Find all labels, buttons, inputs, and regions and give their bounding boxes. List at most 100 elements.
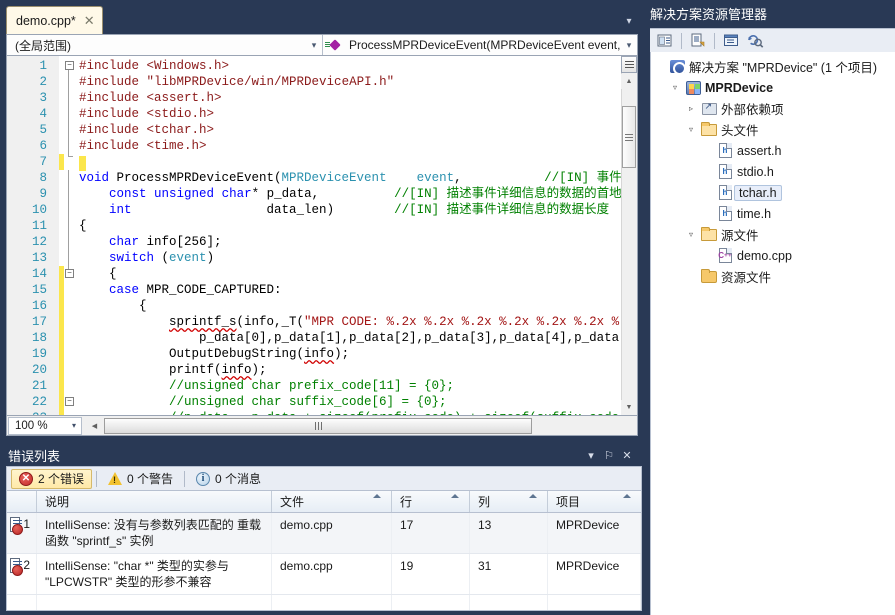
column-header-project[interactable]: 项目 bbox=[548, 491, 641, 512]
code-line[interactable]: 21 //unsigned char prefix_code[11] = {0}… bbox=[7, 378, 637, 394]
line-number: 3 bbox=[7, 90, 47, 106]
error-list-empty-row bbox=[7, 595, 641, 611]
code-line[interactable]: 4#include <stdio.h> bbox=[7, 106, 637, 122]
scroll-up-icon[interactable]: ▲ bbox=[621, 74, 637, 89]
column-header-column[interactable]: 列 bbox=[470, 491, 548, 512]
code-editor[interactable]: − − − 1#include <Windows.h>2#include "li… bbox=[6, 56, 638, 416]
error-list-grid[interactable]: 说明 文件 行 列 项目 1IntelliS bbox=[6, 490, 642, 611]
code-line[interactable]: 6#include <time.h> bbox=[7, 138, 637, 154]
auto-hide-pin-button[interactable]: ⚐ bbox=[600, 446, 618, 464]
tab-demo-cpp[interactable]: demo.cpp* ✕ bbox=[6, 6, 103, 34]
editor-vertical-scrollbar[interactable]: ▲ ▼ bbox=[621, 56, 637, 415]
code-line-text: void ProcessMPRDeviceEvent(MPRDeviceEven… bbox=[79, 170, 638, 186]
sort-ascending-icon bbox=[529, 494, 537, 498]
code-line[interactable]: 7 bbox=[7, 154, 637, 170]
code-line[interactable]: 5#include <tchar.h> bbox=[7, 122, 637, 138]
expander-icon[interactable]: ▿ bbox=[683, 230, 699, 239]
code-line[interactable]: 22 //unsigned char suffix_code[6] = {0}; bbox=[7, 394, 637, 410]
tree-item-mprdevice[interactable]: ▿MPRDevice bbox=[651, 77, 895, 98]
text-caret-highlight bbox=[79, 156, 86, 171]
scroll-down-icon[interactable]: ▼ bbox=[621, 400, 637, 415]
tree-item-tchar.h[interactable]: htchar.h bbox=[651, 182, 895, 203]
editor-horizontal-scrollbar[interactable]: ◀ bbox=[88, 417, 635, 435]
error-list-column-headers: 说明 文件 行 列 项目 bbox=[7, 491, 641, 513]
editor-bottom-bar: 100 % ▾ ◀ bbox=[6, 416, 638, 436]
scrollbar-thumb[interactable] bbox=[622, 106, 636, 168]
column-header-line[interactable]: 行 bbox=[392, 491, 470, 512]
scope-dropdown[interactable]: (全局范围) ▾ bbox=[7, 35, 323, 55]
code-line[interactable]: 2#include "libMPRDevice/win/MPRDeviceAPI… bbox=[7, 74, 637, 90]
filter-warnings-button[interactable]: 0 个警告 bbox=[101, 469, 180, 489]
code-line[interactable]: 16 { bbox=[7, 298, 637, 314]
code-line[interactable]: 8void ProcessMPRDeviceEvent(MPRDeviceEve… bbox=[7, 170, 637, 186]
properties-window-icon[interactable] bbox=[654, 31, 676, 51]
column-header-column-label: 列 bbox=[478, 493, 490, 510]
tree-item-assert.h[interactable]: hassert.h bbox=[651, 140, 895, 161]
code-line-text: switch (event) bbox=[79, 250, 214, 266]
code-line[interactable]: 20 printf(info); bbox=[7, 362, 637, 378]
code-line[interactable]: 17 sprintf_s(info,_T("MPR CODE: %.2x %.2… bbox=[7, 314, 637, 330]
tree-item--[interactable]: ▹外部依赖项 bbox=[651, 98, 895, 119]
editor-splitter-handle[interactable] bbox=[621, 56, 637, 73]
column-header-project-label: 项目 bbox=[556, 493, 580, 510]
error-list-row[interactable]: 1IntelliSense: 没有与参数列表匹配的 重载函数 "sprintf_… bbox=[7, 513, 641, 554]
chevron-down-icon[interactable]: ▾ bbox=[622, 14, 636, 30]
scrollbar-thumb[interactable] bbox=[104, 418, 532, 434]
scrollbar-track[interactable] bbox=[101, 418, 635, 434]
close-button[interactable]: ✕ bbox=[618, 446, 636, 464]
zoom-level-dropdown[interactable]: 100 % ▾ bbox=[8, 417, 82, 435]
code-line[interactable]: 11{ bbox=[7, 218, 637, 234]
code-line[interactable]: 19 OutputDebugString(info); bbox=[7, 346, 637, 362]
tree-item-label: 头文件 bbox=[719, 120, 759, 139]
expander-icon[interactable]: ▿ bbox=[667, 83, 683, 92]
code-line[interactable]: 12 char info[256]; bbox=[7, 234, 637, 250]
filter-errors-button[interactable]: ✕ 2 个错误 bbox=[11, 469, 92, 489]
tree-item--[interactable]: ▿ 头文件 bbox=[651, 119, 895, 140]
code-line[interactable]: 3#include <assert.h> bbox=[7, 90, 637, 106]
code-line[interactable]: 9 const unsigned char* p_data, //[IN] 描述… bbox=[7, 186, 637, 202]
error-column: 31 bbox=[470, 554, 548, 594]
tree-item-time.h[interactable]: htime.h bbox=[651, 203, 895, 224]
column-header-file[interactable]: 文件 bbox=[272, 491, 392, 512]
solution-explorer-panel: 解决方案资源管理器 bbox=[642, 0, 895, 615]
expander-icon[interactable]: ▿ bbox=[683, 125, 699, 134]
solution-tree[interactable]: 解决方案 "MPRDevice" (1 个项目)▿MPRDevice▹外部依赖项… bbox=[650, 52, 895, 615]
line-number: 5 bbox=[7, 122, 47, 138]
member-dropdown[interactable]: ProcessMPRDeviceEvent(MPRDeviceEvent eve… bbox=[323, 35, 637, 55]
external-dependencies-icon bbox=[699, 103, 719, 115]
scroll-left-icon[interactable]: ◀ bbox=[88, 418, 101, 433]
code-line[interactable]: 1#include <Windows.h> bbox=[7, 58, 637, 74]
column-header-description[interactable]: 说明 bbox=[37, 491, 272, 512]
zoom-level-value: 100 % bbox=[9, 420, 67, 432]
refresh-icon[interactable] bbox=[744, 31, 766, 51]
error-list-row[interactable]: 2IntelliSense: "char *" 类型的实参与 "LPCWSTR"… bbox=[7, 554, 641, 595]
window-menu-button[interactable]: ▾ bbox=[582, 446, 600, 464]
view-code-icon[interactable] bbox=[720, 31, 742, 51]
empty-cell bbox=[272, 595, 392, 611]
tree-item-demo.cpp[interactable]: C++demo.cpp bbox=[651, 245, 895, 266]
expander-icon[interactable]: ▹ bbox=[683, 104, 699, 113]
empty-cell bbox=[548, 595, 641, 611]
method-icon bbox=[323, 41, 341, 49]
folder-open-icon bbox=[699, 229, 719, 241]
code-line[interactable]: 13 switch (event) bbox=[7, 250, 637, 266]
error-icon bbox=[10, 517, 20, 532]
toolbar-separator bbox=[681, 33, 682, 49]
code-line[interactable]: 15 case MPR_CODE_CAPTURED: bbox=[7, 282, 637, 298]
tree-item--[interactable]: 资源文件 bbox=[651, 266, 895, 287]
code-line-text: printf(info); bbox=[79, 362, 267, 378]
close-icon[interactable]: ✕ bbox=[84, 14, 95, 27]
column-header-icon[interactable] bbox=[7, 491, 37, 512]
tree-item-stdio.h[interactable]: hstdio.h bbox=[651, 161, 895, 182]
code-line[interactable]: 14 { bbox=[7, 266, 637, 282]
code-line[interactable]: 10 int data_len) //[IN] 描述事件详细信息的数据长度 bbox=[7, 202, 637, 218]
code-line-text: #include <time.h> bbox=[79, 138, 207, 154]
line-number: 2 bbox=[7, 74, 47, 90]
code-line[interactable]: 18 p_data[0],p_data[1],p_data[2],p_data[… bbox=[7, 330, 637, 346]
error-line: 17 bbox=[392, 513, 470, 553]
filter-messages-button[interactable]: i 0 个消息 bbox=[189, 469, 268, 489]
folder-open-icon bbox=[699, 124, 719, 136]
tree-item--mprdevice-1-[interactable]: 解决方案 "MPRDevice" (1 个项目) bbox=[651, 56, 895, 77]
show-all-files-icon[interactable] bbox=[687, 31, 709, 51]
tree-item--[interactable]: ▿源文件 bbox=[651, 224, 895, 245]
